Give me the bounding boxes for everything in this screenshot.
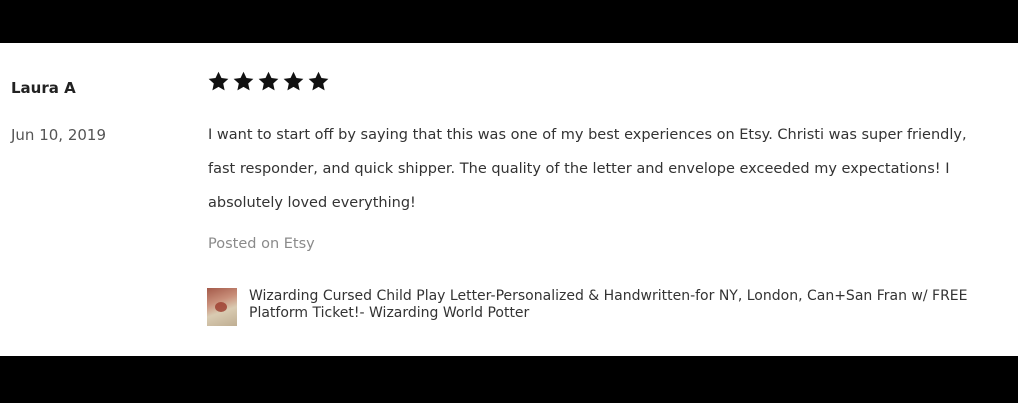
review-card: Laura A Jun 10, 2019 I want to start off…: [0, 43, 1018, 356]
star-icon: [258, 71, 279, 91]
posted-on-label: Posted on Etsy: [208, 236, 315, 252]
star-icon: [208, 71, 229, 91]
reviewer-name[interactable]: Laura A: [11, 79, 76, 97]
star-icon: [308, 71, 329, 91]
review-text: I want to start off by saying that this …: [208, 127, 967, 211]
listing-link[interactable]: Wizarding Cursed Child Play Letter-Perso…: [207, 288, 1007, 326]
top-black-bar: [0, 0, 1018, 43]
review-date: Jun 10, 2019: [11, 126, 107, 144]
star-rating: [207, 70, 330, 93]
listing-thumbnail-icon[interactable]: [207, 288, 237, 326]
star-icon: [283, 71, 304, 91]
bottom-black-bar: [0, 356, 1018, 403]
star-icon: [233, 71, 254, 91]
listing-title[interactable]: Wizarding Cursed Child Play Letter-Perso…: [249, 288, 1007, 322]
